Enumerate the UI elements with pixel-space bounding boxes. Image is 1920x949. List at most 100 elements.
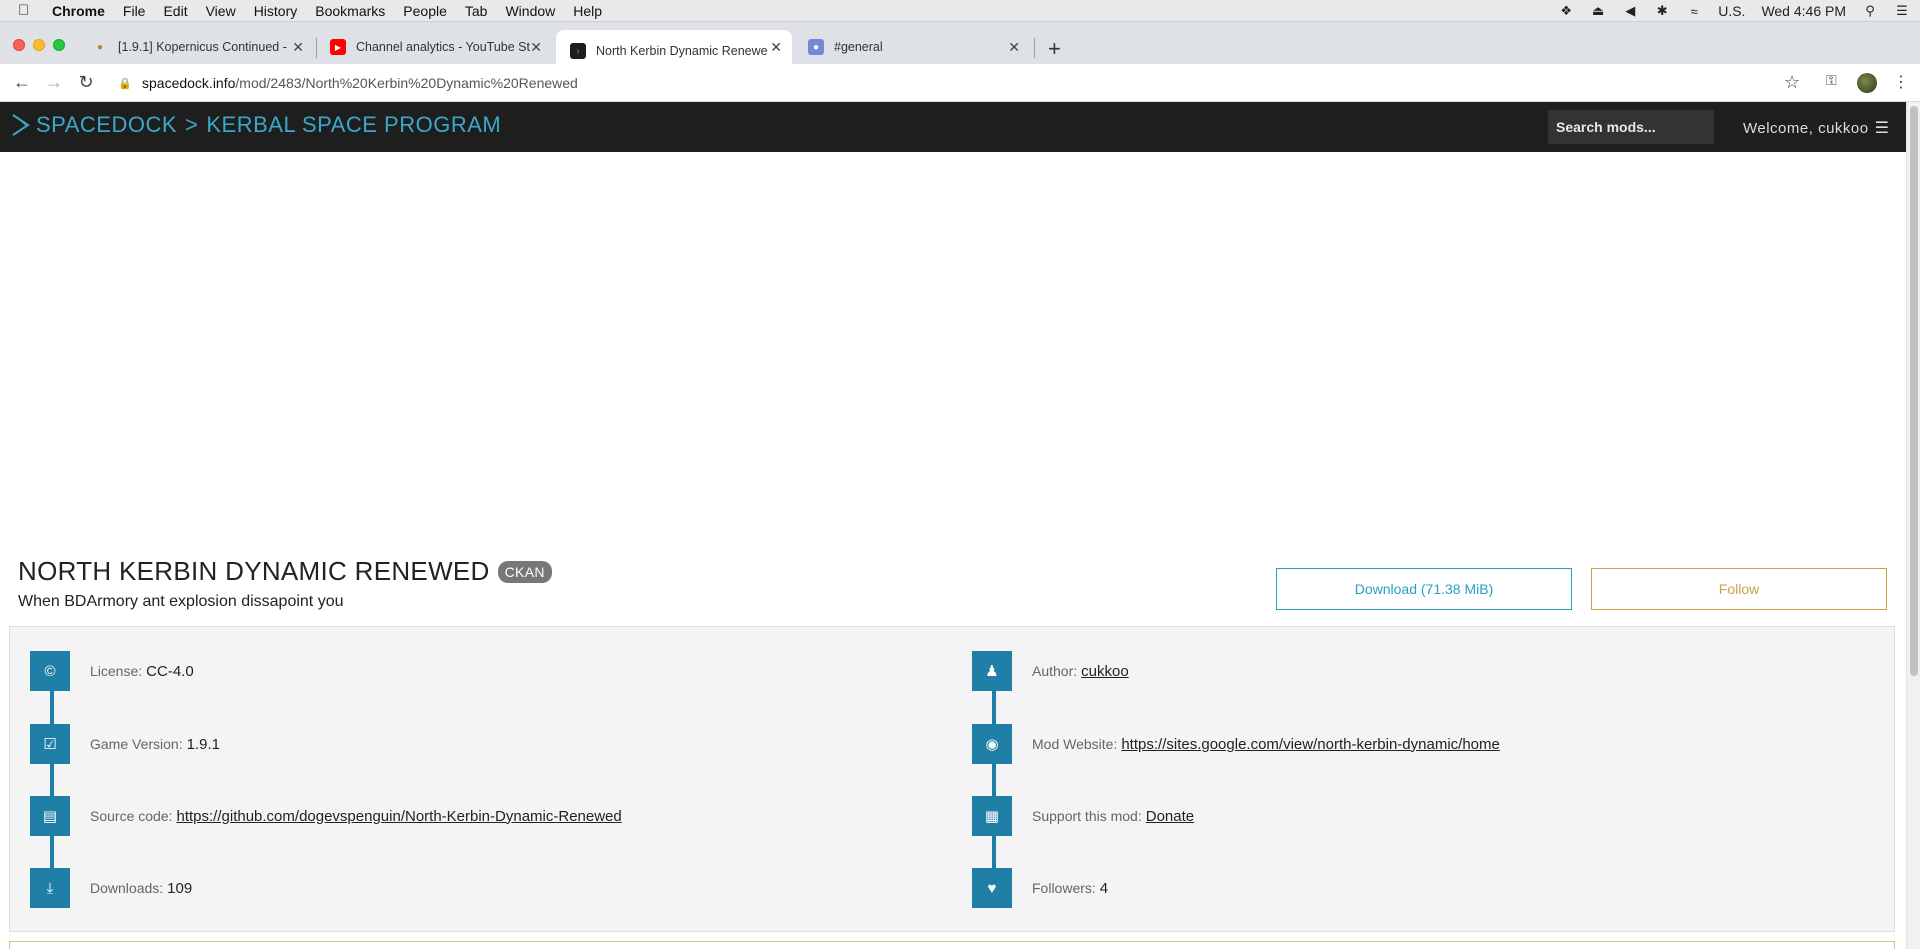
welcome-text: Welcome, cukkoo bbox=[1743, 119, 1869, 137]
chrome-menu-icon[interactable]: ⋮ bbox=[1893, 72, 1909, 92]
menubar-clock[interactable]: Wed 4:46 PM bbox=[1761, 3, 1846, 19]
profile-avatar[interactable] bbox=[1857, 73, 1877, 93]
tab-kopernicus[interactable]: ● [1.9.1] Kopernicus Continued - ✕ bbox=[78, 30, 314, 64]
apple-icon[interactable]:  bbox=[18, 2, 38, 19]
reload-button[interactable]: ↻ bbox=[76, 72, 96, 93]
source-code-label: Source code: bbox=[90, 808, 173, 824]
next-section-edge bbox=[9, 941, 1895, 949]
zoom-window-button[interactable] bbox=[53, 39, 65, 51]
breadcrumb-game[interactable]: KERBAL SPACE PROGRAM bbox=[206, 112, 501, 138]
downloads-value: 109 bbox=[167, 879, 193, 897]
input-source[interactable]: U.S. bbox=[1718, 3, 1745, 19]
author-link[interactable]: cukkoo bbox=[1081, 663, 1129, 680]
mod-title: NORTH KERBIN DYNAMIC RENEWED CKAN bbox=[18, 556, 552, 587]
menu-app-chrome[interactable]: Chrome bbox=[52, 3, 105, 19]
user-icon: ♟ bbox=[972, 651, 1012, 691]
spacedock-logo-icon bbox=[12, 114, 30, 136]
close-tab-icon[interactable]: ✕ bbox=[770, 39, 782, 56]
close-tab-icon[interactable]: ✕ bbox=[292, 39, 304, 56]
lock-icon[interactable]: 🔒 bbox=[118, 77, 132, 90]
breadcrumb-separator: > bbox=[185, 112, 199, 137]
menu-view[interactable]: View bbox=[206, 3, 236, 19]
info-column-right: ♟ Author: cukkoo ◉ Mod Website: https://… bbox=[952, 627, 1892, 933]
dropbox-icon[interactable]: ❖ bbox=[1558, 3, 1574, 18]
page-scrollbar[interactable] bbox=[1906, 102, 1920, 949]
tab-general[interactable]: ● #general ✕ bbox=[794, 30, 1030, 64]
new-tab-button[interactable]: + bbox=[1048, 36, 1061, 62]
browser-toolbar: ← → ↻ 🔒 spacedock.info/mod/2483/North%20… bbox=[0, 64, 1920, 102]
menu-tab[interactable]: Tab bbox=[465, 3, 488, 19]
hamburger-menu-icon[interactable]: ☰ bbox=[1875, 118, 1890, 138]
tab-youtube-analytics[interactable]: ▶ Channel analytics - YouTube St ✕ bbox=[316, 30, 552, 64]
ckan-badge: CKAN bbox=[497, 560, 552, 583]
info-row-game-version: ☑ Game Version: 1.9.1 bbox=[30, 724, 220, 764]
spotlight-search-icon[interactable]: ⚲ bbox=[1862, 3, 1878, 18]
menu-history[interactable]: History bbox=[254, 3, 298, 19]
download-icon: ⤓ bbox=[30, 868, 70, 908]
volume-icon[interactable]: ◀ bbox=[1622, 3, 1638, 18]
wifi-icon[interactable]: ≈ bbox=[1686, 4, 1702, 19]
close-window-button[interactable] bbox=[13, 39, 25, 51]
url-host: spacedock.info bbox=[142, 75, 236, 91]
support-label: Support this mod: bbox=[1032, 808, 1142, 824]
tab-title: Channel analytics - YouTube St bbox=[356, 40, 530, 54]
menu-help[interactable]: Help bbox=[573, 3, 602, 19]
bookmark-star-icon[interactable]: ☆ bbox=[1784, 72, 1800, 93]
tab-title: North Kerbin Dynamic Renewe bbox=[596, 44, 768, 58]
check-square-icon: ☑ bbox=[30, 724, 70, 764]
server-icon: ▤ bbox=[30, 796, 70, 836]
game-version-value: 1.9.1 bbox=[186, 735, 220, 753]
source-code-link[interactable]: https://github.com/dogevspenguin/North-K… bbox=[177, 808, 622, 825]
window-controls bbox=[13, 39, 65, 51]
license-value: CC-4.0 bbox=[146, 662, 194, 680]
followers-label: Followers: bbox=[1032, 880, 1096, 896]
macos-menubar:  Chrome File Edit View History Bookmark… bbox=[0, 0, 1920, 22]
donate-link[interactable]: Donate bbox=[1146, 808, 1194, 825]
brand-name[interactable]: SPACEDOCK bbox=[36, 112, 177, 138]
search-mods-input[interactable] bbox=[1548, 110, 1714, 144]
notification-center-icon[interactable]: ☰ bbox=[1894, 3, 1910, 18]
eject-icon[interactable]: ⏏ bbox=[1590, 3, 1606, 18]
mod-website-link[interactable]: https://sites.google.com/view/north-kerb… bbox=[1121, 736, 1500, 753]
tab-title: #general bbox=[834, 40, 883, 54]
discord-favicon: ● bbox=[808, 39, 824, 55]
timeline-connector bbox=[992, 667, 996, 887]
download-button[interactable]: Download (71.38 MiB) bbox=[1276, 568, 1572, 610]
close-tab-icon[interactable]: ✕ bbox=[1008, 39, 1020, 56]
info-row-author: ♟ Author: cukkoo bbox=[972, 651, 1129, 691]
forward-button[interactable]: → bbox=[44, 72, 64, 93]
site-brand[interactable]: SPACEDOCK > KERBAL SPACE PROGRAM bbox=[10, 112, 501, 138]
address-bar[interactable]: 🔒 spacedock.info/mod/2483/North%20Kerbin… bbox=[108, 68, 1790, 98]
mod-info-panel: © License: CC-4.0 ☑ Game Version: 1.9.1 … bbox=[9, 626, 1895, 932]
bluetooth-icon[interactable]: ✱ bbox=[1654, 3, 1670, 18]
info-row-source-code: ▤ Source code: https://github.com/dogevs… bbox=[30, 796, 622, 836]
mod-short-description: When BDArmory ant explosion dissapoint y… bbox=[18, 593, 344, 610]
password-key-icon[interactable]: ⚿ bbox=[1826, 72, 1837, 89]
status-tray: ❖ ⏏ ◀ ✱ ≈ U.S. Wed 4:46 PM ⚲ ☰ bbox=[1558, 0, 1910, 22]
heart-icon: ♥ bbox=[972, 868, 1012, 908]
menu-edit[interactable]: Edit bbox=[163, 3, 187, 19]
menu-people[interactable]: People bbox=[403, 3, 447, 19]
info-row-license: © License: CC-4.0 bbox=[30, 651, 194, 691]
back-button[interactable]: ← bbox=[12, 72, 32, 93]
copyright-icon: © bbox=[30, 651, 70, 691]
user-menu[interactable]: Welcome, cukkoo ☰ bbox=[1743, 118, 1889, 138]
license-label: License: bbox=[90, 663, 143, 679]
minimize-window-button[interactable] bbox=[33, 39, 45, 51]
close-tab-icon[interactable]: ✕ bbox=[530, 39, 542, 56]
scrollbar-thumb[interactable] bbox=[1910, 106, 1918, 676]
menu-bookmarks[interactable]: Bookmarks bbox=[315, 3, 385, 19]
site-header: SPACEDOCK > KERBAL SPACE PROGRAM Welcome… bbox=[0, 102, 1906, 152]
youtube-favicon: ▶ bbox=[330, 39, 346, 55]
timeline-connector bbox=[50, 667, 54, 887]
downloads-label: Downloads: bbox=[90, 880, 164, 896]
menu-window[interactable]: Window bbox=[505, 3, 555, 19]
gift-icon: ▦ bbox=[972, 796, 1012, 836]
info-column-left: © License: CC-4.0 ☑ Game Version: 1.9.1 … bbox=[10, 627, 950, 933]
menu-file[interactable]: File bbox=[123, 3, 146, 19]
follow-button[interactable]: Follow bbox=[1591, 568, 1887, 610]
globe-icon: ◉ bbox=[972, 724, 1012, 764]
info-row-support: ▦ Support this mod: Donate bbox=[972, 796, 1194, 836]
info-row-mod-website: ◉ Mod Website: https://sites.google.com/… bbox=[972, 724, 1500, 764]
tab-divider bbox=[1034, 38, 1035, 58]
